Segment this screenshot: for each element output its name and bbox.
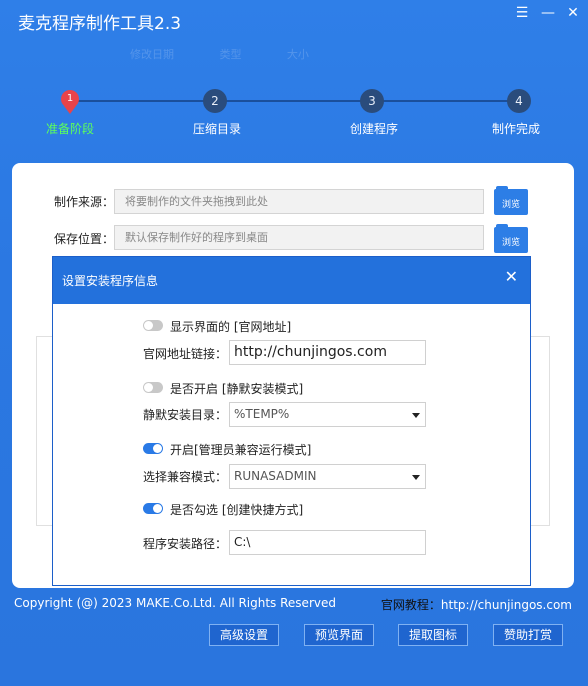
- website-toggle[interactable]: [143, 320, 163, 331]
- step-1-pin-icon: [64, 106, 76, 114]
- close-icon[interactable]: ✕: [563, 4, 583, 22]
- source-drop-input[interactable]: 将要制作的文件夹拖拽到此处: [114, 189, 484, 214]
- compat-mode-value: RUNASADMIN: [234, 469, 317, 483]
- website-url-input[interactable]: http://chunjingos.com: [229, 340, 426, 365]
- copyright-text: Copyright (@) 2023 MAKE.Co.Ltd. All Righ…: [14, 596, 336, 610]
- website-option-label: 显示界面的 [官网地址]: [170, 320, 292, 334]
- sponsor-button[interactable]: 赞助打赏: [493, 624, 563, 646]
- silent-dir-select[interactable]: %TEMP%: [229, 402, 426, 427]
- install-path-label: 程序安装路径：: [143, 537, 228, 551]
- browse-save-button[interactable]: 浏览: [494, 224, 528, 253]
- save-label: 保存位置：: [54, 232, 115, 246]
- dialog-close-icon[interactable]: ✕: [505, 267, 518, 286]
- tutorial-link[interactable]: 官网教程：http://chunjingos.com: [381, 596, 572, 613]
- step-connector: [74, 100, 214, 102]
- silent-install-toggle[interactable]: [143, 382, 163, 393]
- preview-ui-button[interactable]: 预览界面: [304, 624, 374, 646]
- chevron-down-icon: [412, 475, 420, 480]
- step-connector: [372, 100, 518, 102]
- app-window: 修改日期 类型 大小 麦克程序制作工具2.3 ☰ — ✕ 1 2 3 4 准备阶…: [0, 0, 588, 686]
- website-field-label: 官网地址链接：: [143, 347, 228, 361]
- step-3-label: 创建程序: [350, 122, 399, 136]
- step-1-label: 准备阶段: [46, 122, 95, 136]
- tutorial-key: 官网教程：: [380, 598, 441, 612]
- silent-dir-label: 静默安装目录：: [143, 408, 228, 422]
- extract-icon-button[interactable]: 提取图标: [398, 624, 468, 646]
- advanced-settings-button[interactable]: 高级设置: [209, 624, 279, 646]
- minimize-icon[interactable]: —: [538, 4, 558, 22]
- shortcut-toggle[interactable]: [143, 503, 163, 514]
- menu-icon[interactable]: ☰: [512, 4, 532, 22]
- admin-compat-toggle[interactable]: [143, 443, 163, 454]
- step-4-indicator: 4: [507, 89, 531, 113]
- app-title: 麦克程序制作工具2.3: [18, 14, 182, 34]
- step-3-indicator: 3: [360, 89, 384, 113]
- step-connector: [214, 100, 372, 102]
- install-settings-dialog: 设置安装程序信息 ✕ 显示界面的 [官网地址] 官网地址链接： http://c…: [52, 256, 531, 586]
- tutorial-url[interactable]: http://chunjingos.com: [441, 598, 572, 612]
- save-path-input[interactable]: 默认保存制作好的程序到桌面: [114, 225, 484, 250]
- browse-label: 浏览: [501, 200, 520, 210]
- browse-label: 浏览: [501, 238, 520, 248]
- compat-mode-select[interactable]: RUNASADMIN: [229, 464, 426, 489]
- step-2-indicator: 2: [203, 89, 227, 113]
- browse-source-button[interactable]: 浏览: [494, 186, 528, 215]
- chevron-down-icon: [412, 413, 420, 418]
- compat-mode-label: 选择兼容模式：: [143, 470, 228, 484]
- dialog-header: 设置安装程序信息 ✕: [53, 257, 530, 304]
- source-label: 制作来源：: [54, 195, 115, 209]
- ghost-text: 修改日期 类型 大小: [130, 48, 309, 61]
- silent-dir-value: %TEMP%: [234, 407, 290, 421]
- shortcut-option-label: 是否勾选 [创建快捷方式]: [170, 503, 304, 517]
- admin-compat-option-label: 开启[管理员兼容运行模式]: [170, 443, 312, 457]
- step-4-label: 制作完成: [492, 122, 541, 136]
- step-2-label: 压缩目录: [193, 122, 242, 136]
- install-path-input[interactable]: C:\: [229, 530, 426, 555]
- silent-install-option-label: 是否开启 [静默安装模式]: [170, 382, 304, 396]
- dialog-title: 设置安装程序信息: [62, 274, 159, 288]
